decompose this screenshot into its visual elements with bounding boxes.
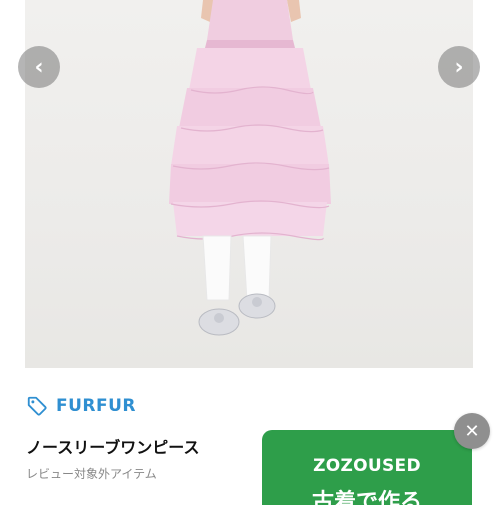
model-photo bbox=[169, 0, 331, 336]
carousel-next-button[interactable]: › bbox=[438, 46, 480, 88]
zozoused-banner[interactable]: ZOZOUSED 古着で作る bbox=[262, 430, 472, 505]
product-image[interactable] bbox=[25, 0, 473, 368]
carousel-prev-button[interactable]: ‹ bbox=[18, 46, 60, 88]
review-note: レビュー対象外アイテム bbox=[26, 467, 157, 481]
product-title: ノースリーブワンピース bbox=[26, 438, 200, 457]
brand-link[interactable]: FURFUR bbox=[26, 393, 136, 419]
brand-name[interactable]: FURFUR bbox=[56, 396, 136, 416]
close-icon: ✕ bbox=[464, 420, 480, 442]
banner-title: ZOZOUSED bbox=[313, 456, 421, 476]
banner-close-button[interactable]: ✕ bbox=[454, 413, 490, 449]
banner-subtitle: 古着で作る bbox=[311, 490, 422, 505]
tag-icon bbox=[27, 396, 47, 416]
chevron-right-icon: › bbox=[454, 54, 464, 80]
chevron-left-icon: ‹ bbox=[34, 54, 44, 80]
